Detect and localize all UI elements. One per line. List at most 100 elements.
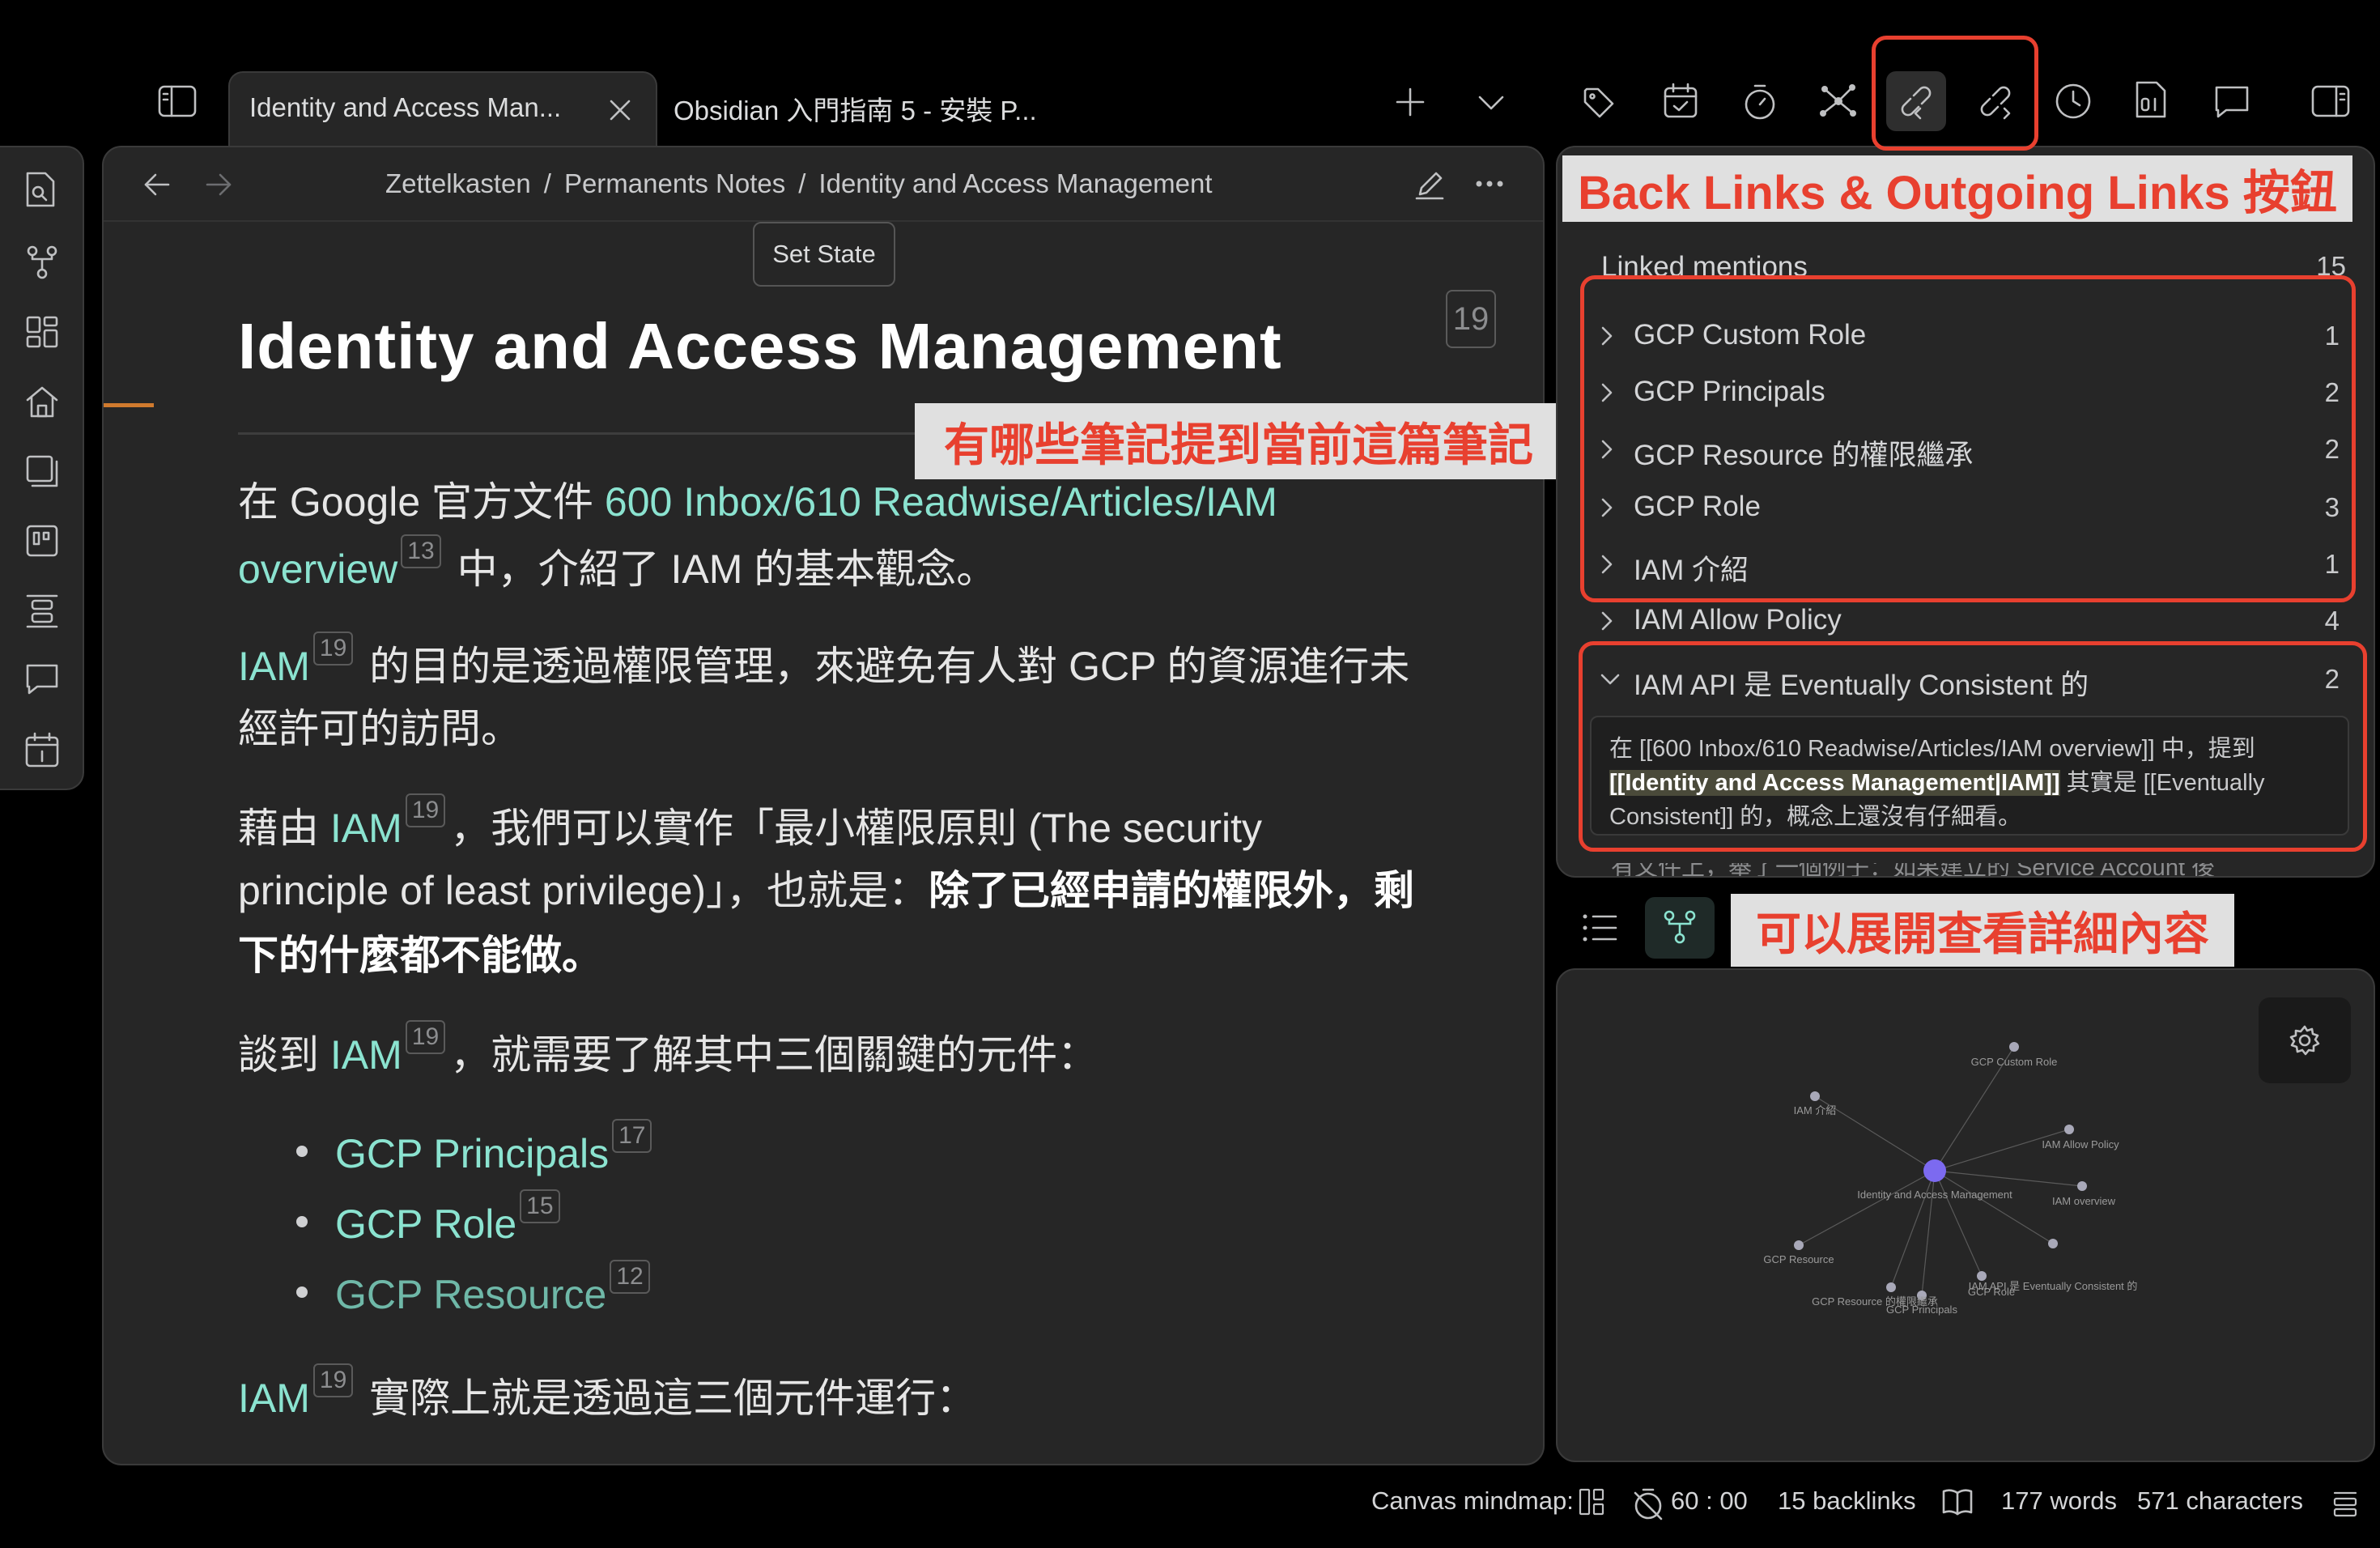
link-count-badge: 15: [520, 1189, 560, 1223]
forward-arrow-icon[interactable]: [204, 172, 233, 198]
breadcrumb-item[interactable]: Zettelkasten: [385, 168, 531, 199]
annotation-box-expanded: [1579, 641, 2367, 852]
calendar-icon[interactable]: [1663, 83, 1698, 120]
history-clock-icon[interactable]: [2055, 83, 2092, 120]
bullet-marker: [296, 1286, 308, 1298]
breadcrumb-separator: /: [543, 168, 551, 198]
tags-icon[interactable]: [1582, 84, 1619, 121]
list-item: GCP Principals 17: [335, 1119, 657, 1186]
chat-icon[interactable]: [24, 662, 60, 698]
paragraph: IAM 19 的目的是透過權限管理，來避免有人對 GCP 的資源進行未: [238, 632, 1409, 699]
list-item: GCP Role 15: [335, 1189, 565, 1257]
internal-link[interactable]: overview: [238, 546, 397, 592]
graph-view-icon[interactable]: [1818, 81, 1859, 121]
file-binary-icon[interactable]: [2134, 79, 2168, 120]
align-center-icon[interactable]: [24, 593, 60, 628]
tab-active[interactable]: Identity and Access Man...: [228, 71, 657, 146]
graph-label: GCP Resource: [1763, 1253, 1834, 1265]
backlink-count-badge: 19: [1446, 290, 1496, 348]
backlink-item[interactable]: IAM Allow Policy 4: [1600, 599, 2340, 643]
annotation-box-linked: [1580, 275, 2356, 602]
more-options-icon[interactable]: [1475, 180, 1504, 188]
edit-pencil-icon[interactable]: [1413, 168, 1446, 201]
annotation-toolbar-buttons: Back Links & Outgoing Links 按鈕: [1562, 155, 2352, 222]
timer-readout[interactable]: 60 : 00: [1671, 1486, 1748, 1516]
list-item: GCP Resource 12: [335, 1260, 655, 1327]
paragraph: 經許可的訪問。: [238, 696, 521, 761]
link-count-badge: 19: [312, 1363, 354, 1397]
status-label: Canvas mindmap:: [1371, 1486, 1574, 1515]
tab-list-chevron-down-icon[interactable]: [1477, 92, 1506, 112]
bullet-marker: [296, 1146, 308, 1157]
graph-node: [2077, 1181, 2087, 1191]
local-graph-pane[interactable]: Identity and Access Management GCP Custo…: [1556, 968, 2375, 1462]
open-quick-switcher-icon[interactable]: [23, 170, 58, 209]
internal-link[interactable]: IAM: [238, 644, 310, 689]
graph-label: GCP Principals: [1886, 1303, 1957, 1316]
ribbon: [0, 146, 84, 790]
git-fork-icon[interactable]: [24, 245, 60, 280]
home-icon[interactable]: [24, 384, 60, 419]
new-tab-icon[interactable]: [1394, 86, 1426, 118]
editor-pane: Zettelkasten / Permanents Notes / Identi…: [102, 146, 1545, 1465]
internal-link[interactable]: IAM: [238, 1376, 310, 1421]
timer-off-icon[interactable]: [1632, 1486, 1664, 1520]
internal-link[interactable]: 600 Inbox/610 Readwise/Articles/IAM: [605, 479, 1277, 525]
bold-text: 除了已經申請的權限外，剩: [929, 868, 1415, 913]
graph-node: [2009, 1042, 2019, 1052]
kanban-icon[interactable]: [24, 523, 60, 559]
tab-inactive[interactable]: Obsidian 入門指南 5 - 安裝 P...: [674, 89, 1037, 128]
graph-label: IAM overview: [2052, 1195, 2116, 1207]
dashboard-icon[interactable]: [24, 314, 60, 350]
bold-text: 下的什麼都不能做。: [238, 933, 602, 978]
backlinks-count[interactable]: 15 backlinks: [1778, 1486, 1916, 1516]
local-graph-button[interactable]: [1645, 897, 1715, 959]
graph-canvas[interactable]: Identity and Access Management GCP Custo…: [1558, 970, 2375, 1462]
close-icon[interactable]: [607, 97, 633, 123]
back-arrow-icon[interactable]: [142, 172, 172, 198]
breadcrumb-item[interactable]: Identity and Access Management: [818, 168, 1212, 199]
page-title: Identity and Access Management: [238, 310, 1282, 382]
breadcrumb: Zettelkasten / Permanents Notes / Identi…: [385, 168, 1213, 199]
text: 經許可的訪問。: [238, 706, 521, 751]
comment-icon[interactable]: [2213, 84, 2250, 120]
graph-node: [1794, 1240, 1804, 1250]
link-count-badge: 12: [610, 1260, 650, 1294]
reading-mode-book-icon[interactable]: [1941, 1488, 1974, 1516]
outline-list-icon[interactable]: [1582, 912, 1619, 944]
timer-icon[interactable]: [1742, 83, 1778, 121]
text: ，我們可以實作「最小權限原則 (The security: [450, 806, 1263, 851]
mindmap-layout-icon[interactable]: [1579, 1488, 1604, 1516]
link-count-badge: 19: [405, 1020, 446, 1054]
breadcrumb-item[interactable]: Permanents Notes: [564, 168, 785, 199]
slides-icon[interactable]: [24, 453, 60, 489]
internal-link[interactable]: GCP Resource: [335, 1272, 606, 1317]
paragraph: overview 13 中，介紹了 IAM 的基本觀念。: [238, 534, 997, 602]
set-state-button[interactable]: Set State: [753, 222, 895, 287]
internal-link[interactable]: IAM: [330, 1032, 402, 1078]
internal-link[interactable]: GCP Principals: [335, 1131, 609, 1176]
text: ，就需要了解其中三個關鍵的元件：: [450, 1032, 1099, 1078]
heading-fold-marker[interactable]: [104, 403, 154, 407]
graph-label: GCP Custom Role: [1971, 1056, 2058, 1068]
graph-node: [2048, 1239, 2058, 1248]
character-count: 571 characters: [2137, 1486, 2304, 1515]
sync-stack-icon[interactable]: [2331, 1488, 2359, 1517]
graph-label: IAM Allow Policy: [2042, 1138, 2119, 1150]
backlink-count: 4: [2324, 606, 2340, 636]
graph-node: [1810, 1091, 1820, 1101]
right-sidebar-toggle-icon[interactable]: [2310, 84, 2351, 118]
status-canvas-mindmap[interactable]: Canvas mindmap:: [1371, 1486, 1574, 1516]
text: 談到: [238, 1032, 330, 1078]
left-sidebar-toggle-icon[interactable]: [157, 84, 198, 118]
paragraph: IAM 19 實際上就是透過這三個元件運行：: [238, 1363, 976, 1431]
internal-link[interactable]: GCP Role: [335, 1201, 516, 1247]
internal-link[interactable]: IAM: [330, 806, 402, 851]
backlink-cutoff-text: 有文件上，舉了一個例子：如果建立的 Service Account 後: [1611, 863, 2340, 876]
paragraph: 談到 IAM 19 ，就需要了解其中三個關鍵的元件：: [238, 1020, 1098, 1087]
graph-node: [1886, 1282, 1896, 1292]
text: principle of least privilege)」，也就是：: [238, 868, 929, 913]
link-count-badge: 17: [612, 1119, 652, 1153]
bullet-marker: [296, 1216, 308, 1227]
daily-note-calendar-icon[interactable]: [24, 732, 60, 769]
